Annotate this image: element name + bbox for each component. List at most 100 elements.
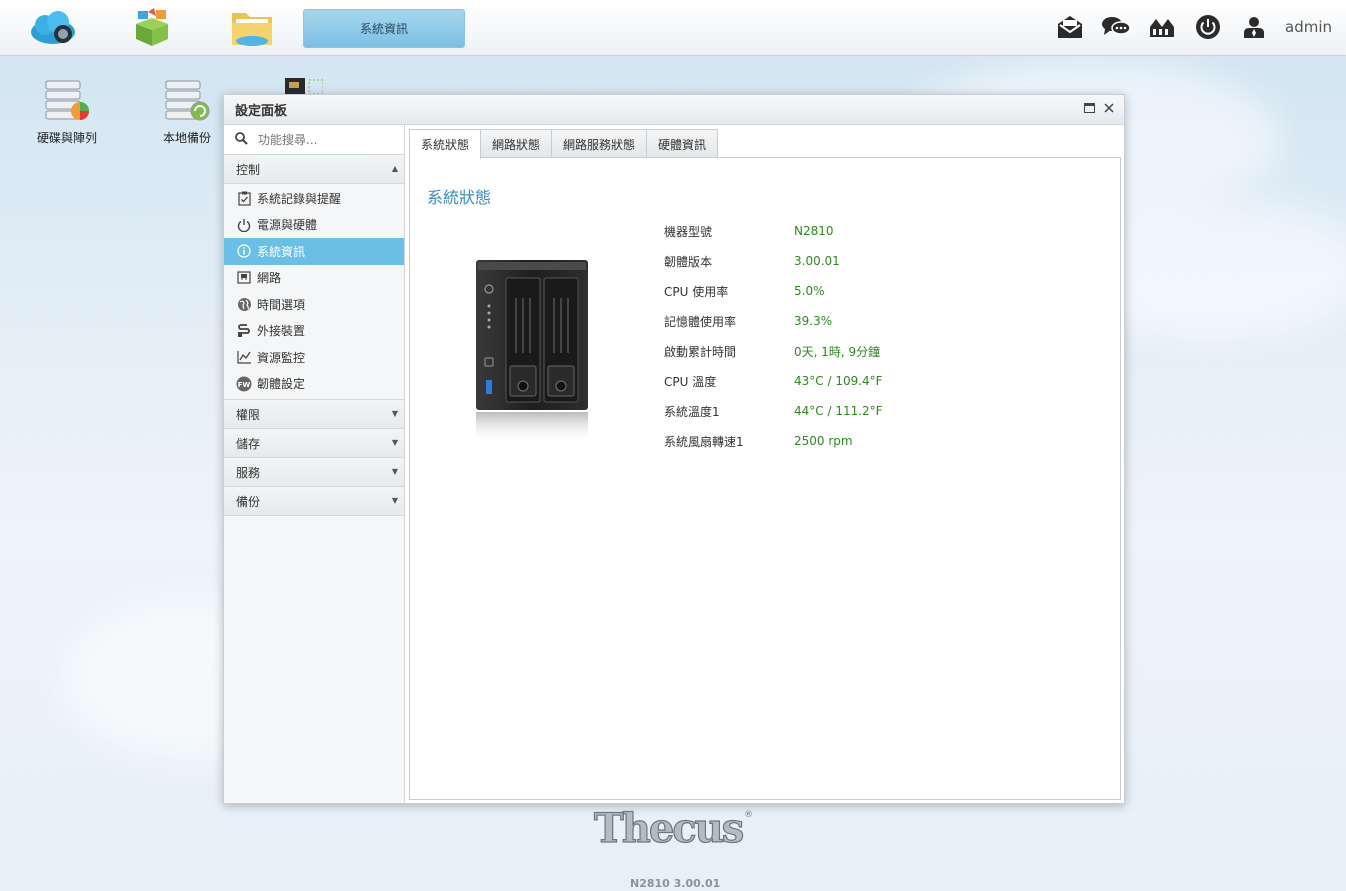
maximize-icon[interactable] (1082, 101, 1096, 115)
mail-icon[interactable] (1047, 10, 1093, 44)
user-icon[interactable] (1231, 10, 1277, 44)
tab-bar: 系統狀態 網路狀態 網路服務狀態 硬體資訊 (409, 129, 1121, 159)
section-control[interactable]: 控制 ▲ (224, 155, 404, 184)
taskbar: 系統資訊 admin (0, 0, 1346, 56)
nav-item-time-options[interactable]: 時間選項 (224, 291, 404, 318)
local-backup-icon (160, 77, 214, 127)
nav-item-label: 網路 (257, 271, 282, 286)
nav-item-network[interactable]: 網路 (224, 265, 404, 292)
section-label: 儲存 (236, 436, 261, 451)
collapse-arrow-icon: ▲ (391, 164, 398, 173)
nav-item-label: 韌體設定 (257, 377, 306, 392)
cloud-app-icon[interactable] (25, 6, 81, 50)
settings-sidebar: 控制 ▲ 系統記錄與提醒 電源與硬體 系統資訊 (224, 125, 405, 803)
search-box (224, 125, 404, 155)
brand-text: Thecus (594, 805, 743, 848)
nav-item-system-info[interactable]: 系統資訊 (224, 238, 404, 265)
section-backup[interactable]: 備份 ▼ (224, 487, 404, 516)
section-label: 服務 (236, 465, 261, 480)
section-services[interactable]: 服務 ▼ (224, 458, 404, 487)
settings-window: 設定面板 控制 ▲ 系統記錄與提醒 (223, 94, 1125, 804)
info-value: N2810 (794, 224, 834, 238)
nav-item-label: 時間選項 (257, 297, 306, 312)
info-row-uptime: 啟動累計時間 0天, 1時, 9分鐘 (664, 336, 883, 366)
window-title: 設定面板 (235, 104, 288, 119)
info-key: 系統風扇轉速1 (664, 434, 744, 449)
app-center-icon[interactable] (124, 6, 180, 50)
expand-arrow-icon: ▼ (391, 467, 398, 476)
nav-item-system-log[interactable]: 系統記錄與提醒 (224, 185, 404, 212)
settings-content: 系統狀態 網路狀態 網路服務狀態 硬體資訊 系統狀態 機器型號 N2810 韌體… (409, 129, 1121, 800)
disk-raid-icon (40, 77, 94, 127)
network-map-icon[interactable] (1139, 10, 1185, 44)
username-label[interactable]: admin (1285, 18, 1332, 36)
info-value: 2500 rpm (794, 434, 853, 448)
info-value: 39.3% (794, 314, 833, 328)
info-key: CPU 使用率 (664, 284, 729, 299)
globe-icon (236, 296, 252, 312)
info-row-model: 機器型號 N2810 (664, 216, 883, 246)
chart-icon (236, 349, 252, 365)
tab-system-status[interactable]: 系統狀態 (409, 129, 482, 159)
nav-item-label: 資源監控 (257, 350, 306, 365)
section-storage[interactable]: 儲存 ▼ (224, 429, 404, 458)
nav-item-external-devices[interactable]: 外接裝置 (224, 318, 404, 345)
info-key: CPU 溫度 (664, 374, 717, 389)
expand-arrow-icon: ▼ (391, 438, 398, 447)
nav-item-label: 系統資訊 (257, 244, 306, 259)
info-row-fan-speed: 系統風扇轉速1 2500 rpm (664, 426, 883, 456)
network-icon (236, 270, 252, 286)
tab-network-status[interactable]: 網路狀態 (480, 129, 553, 158)
firmware-icon-text: FW (238, 381, 251, 389)
info-row-memory-usage: 記憶體使用率 39.3% (664, 306, 883, 336)
footer-version: N2810 3.00.01 (630, 877, 721, 890)
desktop-icon-label: 本地備份 (162, 131, 211, 145)
nav-item-firmware[interactable]: FW 韌體設定 (224, 371, 404, 398)
nav-item-label: 系統記錄與提醒 (257, 191, 342, 206)
expand-arrow-icon: ▼ (391, 409, 398, 418)
nav-list-control: 系統記錄與提醒 電源與硬體 系統資訊 網路 時間選項 外接裝置 資源監控 FW … (224, 184, 404, 400)
desktop-icon-local-backup[interactable]: 本地備份 (145, 77, 229, 146)
chat-icon[interactable] (1093, 10, 1139, 44)
nav-item-resource-monitor[interactable]: 資源監控 (224, 344, 404, 371)
system-info-list: 機器型號 N2810 韌體版本 3.00.01 CPU 使用率 5.0% 記憶體… (664, 216, 883, 456)
info-value: 44°C / 111.2°F (794, 404, 883, 418)
checklist-icon (236, 190, 252, 206)
info-key: 記憶體使用率 (664, 314, 737, 329)
close-icon[interactable] (1102, 101, 1116, 115)
file-manager-icon[interactable] (224, 6, 280, 50)
info-value: 43°C / 109.4°F (794, 374, 883, 388)
search-icon (235, 131, 248, 148)
taskbar-window-tab[interactable]: 系統資訊 (303, 9, 465, 48)
info-key: 系統溫度1 (664, 404, 720, 419)
info-row-cpu-usage: CPU 使用率 5.0% (664, 276, 883, 306)
search-input[interactable] (258, 132, 388, 147)
nav-item-label: 外接裝置 (257, 324, 306, 339)
section-label: 控制 (236, 162, 261, 177)
desktop-partial-icon[interactable] (283, 76, 324, 96)
info-row-system-temperature: 系統溫度1 44°C / 111.2°F (664, 396, 883, 426)
tab-hardware-info[interactable]: 硬體資訊 (646, 129, 719, 158)
power-icon[interactable] (1185, 10, 1231, 44)
section-label: 備份 (236, 494, 261, 509)
tab-network-service-status[interactable]: 網路服務狀態 (551, 129, 648, 158)
power-icon (236, 217, 252, 233)
nas-device-image (474, 258, 592, 448)
info-value: 5.0% (794, 284, 825, 298)
desktop-icon-label: 硬碟與陣列 (36, 131, 97, 145)
thecus-logo: Thecus ® (592, 804, 762, 852)
info-key: 機器型號 (664, 224, 713, 239)
expand-arrow-icon: ▼ (391, 496, 398, 505)
window-title-bar[interactable]: 設定面板 (224, 95, 1124, 125)
firmware-icon: FW (236, 376, 252, 392)
section-permissions[interactable]: 權限 ▼ (224, 400, 404, 429)
nav-item-power-hardware[interactable]: 電源與硬體 (224, 212, 404, 239)
svg-text:®: ® (744, 810, 753, 820)
info-icon (236, 243, 252, 259)
info-value: 3.00.01 (794, 254, 840, 268)
info-key: 啟動累計時間 (664, 344, 737, 359)
desktop-icon-disk-raid[interactable]: 硬碟與陣列 (25, 77, 109, 146)
info-row-firmware-version: 韌體版本 3.00.01 (664, 246, 883, 276)
section-label: 權限 (236, 407, 261, 422)
nav-item-label: 電源與硬體 (257, 218, 318, 233)
